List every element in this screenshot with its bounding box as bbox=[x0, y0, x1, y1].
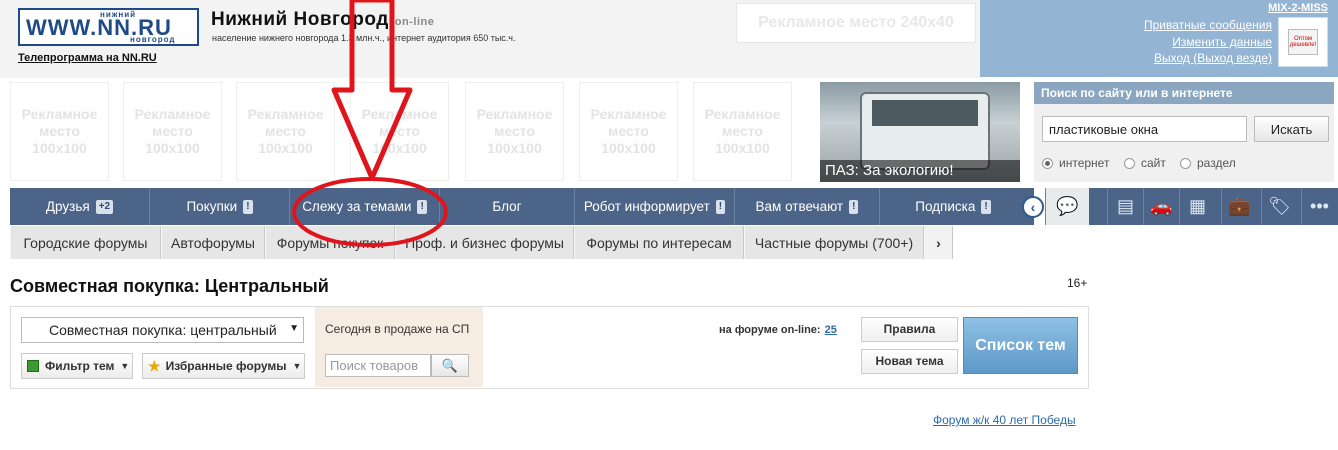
user-box: MIX-2-MISS Приватные сообщения Изменить … bbox=[980, 0, 1338, 77]
forum-select-value: Совместная покупка: центральный bbox=[49, 322, 277, 338]
favorite-forums-button[interactable]: ★ Избранные форумы ▼ bbox=[142, 353, 305, 379]
filter-topics-label: Фильтр тем bbox=[45, 359, 115, 373]
radio-section-label: раздел bbox=[1197, 156, 1236, 170]
new-topic-button[interactable]: Новая тема bbox=[861, 349, 958, 374]
radio-dot bbox=[1124, 157, 1135, 169]
radio-site[interactable]: сайт bbox=[1124, 156, 1166, 170]
subnav-business-forums[interactable]: Проф. и бизнес форумы bbox=[395, 226, 574, 259]
nav-label: Друзья bbox=[45, 199, 90, 214]
nav-replies[interactable]: Вам отвечают! bbox=[735, 188, 880, 225]
tag-icon[interactable]: 🏷 bbox=[1261, 188, 1297, 225]
radio-internet[interactable]: интернет bbox=[1042, 156, 1109, 170]
nav-label: Покупки bbox=[186, 199, 238, 214]
nav-badge: ! bbox=[417, 199, 427, 214]
search-header: Поиск по сайту или в интернете bbox=[1034, 82, 1334, 104]
online-count-link[interactable]: 25 bbox=[825, 324, 837, 336]
nav-badge: ! bbox=[243, 199, 253, 214]
chevron-down-icon: ▼ bbox=[289, 323, 299, 334]
private-messages-link[interactable]: Приватные сообщения bbox=[1144, 18, 1272, 32]
nav-watched-topics[interactable]: Слежу за темами! bbox=[290, 188, 440, 225]
favorite-forums-label: Избранные форумы bbox=[165, 359, 287, 373]
tv-program-link[interactable]: Телепрограмма на NN.RU bbox=[18, 52, 157, 64]
nav-subscription[interactable]: Подписка! bbox=[880, 188, 1026, 225]
radio-site-label: сайт bbox=[1141, 156, 1166, 170]
radio-dot bbox=[1180, 157, 1191, 169]
site-logo[interactable]: нижний WWW.NN.RU новгород bbox=[18, 8, 199, 46]
car-icon[interactable]: 🚗 bbox=[1143, 188, 1179, 225]
forum-select[interactable]: Совместная покупка: центральный ▼ bbox=[21, 317, 304, 343]
subnav-city-forums[interactable]: Городские форумы bbox=[10, 226, 161, 259]
filter-icon bbox=[27, 360, 39, 372]
star-icon: ★ bbox=[148, 357, 161, 374]
ad-slot-100x100[interactable]: Рекламное место 100x100 bbox=[10, 82, 109, 181]
ad-slot-100x100[interactable]: Рекламное место 100x100 bbox=[123, 82, 222, 181]
nav-purchases[interactable]: Покупки! bbox=[150, 188, 290, 225]
chevron-left-icon[interactable]: ‹ bbox=[1022, 196, 1044, 218]
nav-badge: ! bbox=[715, 199, 726, 214]
age-rating: 16+ bbox=[1067, 276, 1088, 290]
more-icon[interactable]: ••• bbox=[1301, 188, 1337, 225]
nav-robot[interactable]: Робот информирует! bbox=[575, 188, 735, 225]
nav-label: Вам отвечают bbox=[755, 199, 844, 214]
main-nav: Друзья +2 Покупки! Слежу за темами! Блог … bbox=[10, 188, 1034, 225]
search-input[interactable]: пластиковые окна bbox=[1042, 116, 1247, 142]
sale-title: Сегодня в продаже на СП bbox=[325, 322, 470, 336]
site-title-text: Нижний Новгород bbox=[211, 9, 389, 30]
online-label: на форуме on-line: bbox=[719, 324, 821, 336]
search-box: Поиск по сайту или в интернете пластиков… bbox=[1034, 82, 1334, 182]
chevron-right-icon[interactable]: › bbox=[924, 226, 953, 259]
search-icon[interactable]: 🔍 bbox=[431, 354, 469, 377]
online-counter: на форуме on-line: 25 bbox=[719, 324, 837, 336]
subnav-auto-forums[interactable]: Автофорумы bbox=[161, 226, 265, 259]
nav-badge: ! bbox=[849, 199, 859, 214]
nav-label: Блог bbox=[492, 199, 522, 214]
bus-window bbox=[872, 100, 978, 126]
filter-topics-button[interactable]: Фильтр тем ▼ bbox=[21, 353, 133, 379]
ad-slot-100x100[interactable]: Рекламное место 100x100 bbox=[236, 82, 335, 181]
radio-dot-selected bbox=[1042, 157, 1053, 169]
nav-badge: ! bbox=[981, 199, 991, 214]
caret-down-icon: ▼ bbox=[120, 361, 130, 371]
nav-label: Подписка bbox=[915, 199, 976, 214]
site-subtitle: население нижнего новгорода 1.3 млн.ч., … bbox=[212, 33, 516, 43]
nav-label: Робот информирует bbox=[583, 199, 710, 214]
ad-slot-100x100[interactable]: Рекламное место 100x100 bbox=[693, 82, 792, 181]
subnav-shopping-forums[interactable]: Форумы покупок bbox=[265, 226, 395, 259]
chat-icon[interactable]: 💬 bbox=[1045, 188, 1089, 225]
rules-button[interactable]: Правила bbox=[861, 317, 958, 342]
ad-slot-100x100[interactable]: Рекламное место 100x100 bbox=[579, 82, 678, 181]
search-button[interactable]: Искать bbox=[1254, 116, 1329, 142]
ad-banner-240x40[interactable]: Рекламное место 240x40 bbox=[736, 3, 976, 43]
forum-link[interactable]: Форум ж/к 40 лет Победы bbox=[933, 413, 1076, 427]
nav-blog[interactable]: Блог bbox=[440, 188, 575, 225]
logout-link[interactable]: Выход (Выход везде) bbox=[1154, 51, 1272, 65]
news-photo[interactable]: ПАЗ: За экологию! bbox=[820, 82, 1020, 182]
sale-box: Сегодня в продаже на СП Поиск товаров 🔍 bbox=[315, 307, 483, 387]
subnav-private-forums[interactable]: Частные форумы (700+) bbox=[744, 226, 924, 259]
news-photo-caption: ПАЗ: За экологию! bbox=[820, 160, 1020, 182]
subnav-interest-forums[interactable]: Форумы по интересам bbox=[574, 226, 744, 259]
product-search-input[interactable]: Поиск товаров bbox=[325, 354, 431, 377]
edit-profile-link[interactable]: Изменить данные bbox=[1172, 35, 1272, 49]
logo-bottom-text: новгород bbox=[130, 35, 176, 44]
username-link[interactable]: MIX-2-MISS bbox=[1268, 2, 1328, 14]
icon-bar: 💬 ▤ 🚗 ▦ 💼 🏷 ••• bbox=[1045, 188, 1338, 225]
building-icon[interactable]: ▦ bbox=[1179, 188, 1215, 225]
ad-slot-100x100[interactable]: Рекламное место 100x100 bbox=[350, 82, 449, 181]
documents-icon[interactable]: ▤ bbox=[1107, 188, 1143, 225]
site-title-suffix: on-line bbox=[394, 16, 435, 28]
site-title: Нижний Новгород on-line bbox=[211, 9, 434, 31]
radio-internet-label: интернет bbox=[1059, 156, 1110, 170]
nav-friends[interactable]: Друзья +2 bbox=[10, 188, 150, 225]
avatar[interactable]: Оптом дешевле! bbox=[1278, 17, 1328, 67]
radio-section[interactable]: раздел bbox=[1180, 156, 1236, 170]
nav-label: Слежу за темами bbox=[302, 199, 412, 214]
topic-list-button[interactable]: Список тем bbox=[963, 317, 1078, 374]
nav-badge: +2 bbox=[95, 199, 114, 214]
ad-slot-100x100[interactable]: Рекламное место 100x100 bbox=[465, 82, 564, 181]
caret-down-icon: ▼ bbox=[292, 361, 302, 371]
page-title: Совместная покупка: Центральный bbox=[10, 276, 329, 296]
briefcase-icon[interactable]: 💼 bbox=[1221, 188, 1257, 225]
avatar-sign: Оптом дешевле! bbox=[1288, 29, 1318, 55]
